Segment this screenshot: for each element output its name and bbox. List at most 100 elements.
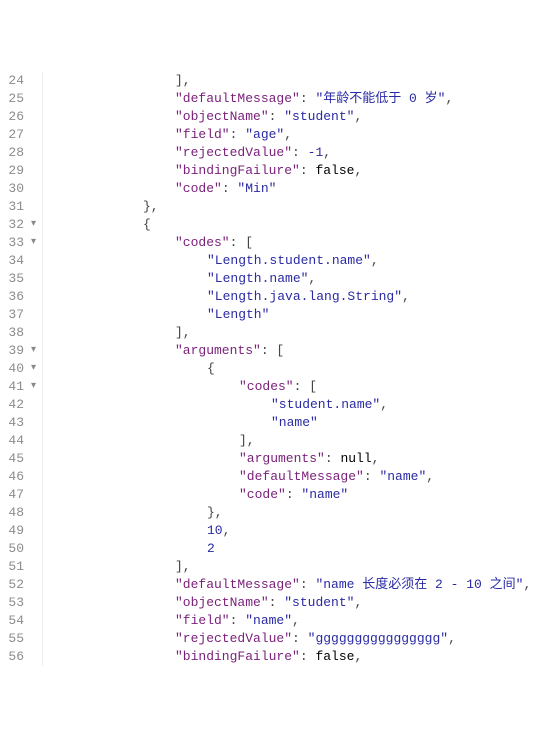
gutter-line: 30 (4, 180, 36, 198)
line-number: 37 (4, 306, 24, 324)
fold-toggle-icon[interactable]: ▾ (26, 360, 36, 378)
token-punc: : (364, 469, 380, 484)
code-line[interactable]: 2 (47, 540, 544, 558)
code-line[interactable]: "field": "age", (47, 126, 544, 144)
code-line[interactable]: "arguments": [ (47, 342, 544, 360)
token-key: "defaultMessage" (175, 577, 300, 592)
token-punc: , (354, 649, 362, 664)
token-punc: : (230, 127, 246, 142)
fold-toggle-icon[interactable]: ▾ (26, 342, 36, 360)
token-str: "age" (245, 127, 284, 142)
code-line[interactable]: "objectName": "student", (47, 594, 544, 612)
code-line[interactable]: "Length.java.lang.String", (47, 288, 544, 306)
code-line[interactable]: "Length" (47, 306, 544, 324)
code-line[interactable]: "rejectedValue": "gggggggggggggggg", (47, 630, 544, 648)
code-line[interactable]: ], (47, 558, 544, 576)
token-punc: : (300, 577, 316, 592)
token-punc: , (380, 397, 388, 412)
token-str: "Length.name" (207, 271, 308, 286)
line-number: 55 (4, 630, 24, 648)
gutter-line: 54 (4, 612, 36, 630)
token-key: "defaultMessage" (175, 91, 300, 106)
token-punc: , (292, 613, 300, 628)
token-str: "name 长度必须在 2 - 10 之间" (315, 577, 523, 592)
line-number: 52 (4, 576, 24, 594)
gutter-line: 24 (4, 72, 36, 90)
line-number: 40 (4, 360, 24, 378)
line-number: 56 (4, 648, 24, 666)
token-key: "rejectedValue" (175, 145, 292, 160)
line-number: 53 (4, 594, 24, 612)
token-str: "student.name" (271, 397, 380, 412)
token-bool: false (315, 163, 354, 178)
line-number: 54 (4, 612, 24, 630)
code-line[interactable]: "defaultMessage": "name", (47, 468, 544, 486)
code-line[interactable]: "bindingFailure": false, (47, 648, 544, 666)
code-line[interactable]: "code": "Min" (47, 180, 544, 198)
code-line[interactable]: "Length.name", (47, 270, 544, 288)
line-number: 28 (4, 144, 24, 162)
gutter-line: 40▾ (4, 360, 36, 378)
line-number: 31 (4, 198, 24, 216)
gutter-line: 49 (4, 522, 36, 540)
code-line[interactable]: "codes": [ (47, 234, 544, 252)
code-line[interactable]: "bindingFailure": false, (47, 162, 544, 180)
code-line[interactable]: "name" (47, 414, 544, 432)
code-line[interactable]: { (47, 216, 544, 234)
code-line[interactable]: "arguments": null, (47, 450, 544, 468)
fold-toggle-icon[interactable]: ▾ (26, 378, 36, 396)
gutter-line: 33▾ (4, 234, 36, 252)
gutter-line: 38 (4, 324, 36, 342)
token-punc: , (445, 91, 453, 106)
token-key: "field" (175, 613, 230, 628)
line-number: 26 (4, 108, 24, 126)
line-number: 35 (4, 270, 24, 288)
fold-toggle-icon[interactable]: ▾ (26, 234, 36, 252)
token-punc: ], (175, 73, 191, 88)
code-editor: 242526272829303132▾33▾343536373839▾40▾41… (0, 72, 544, 666)
code-line[interactable]: "rejectedValue": -1, (47, 144, 544, 162)
code-line[interactable]: "field": "name", (47, 612, 544, 630)
token-punc: }, (143, 199, 159, 214)
token-key: "code" (175, 181, 222, 196)
token-punc: : [ (294, 379, 317, 394)
code-line[interactable]: 10, (47, 522, 544, 540)
line-number: 47 (4, 486, 24, 504)
code-line[interactable]: }, (47, 504, 544, 522)
token-punc: ], (239, 433, 255, 448)
code-line[interactable]: ], (47, 72, 544, 90)
code-line[interactable]: "codes": [ (47, 378, 544, 396)
token-punc: : (269, 109, 285, 124)
token-punc: , (323, 145, 331, 160)
line-number: 36 (4, 288, 24, 306)
gutter-line: 26 (4, 108, 36, 126)
token-punc: , (523, 577, 531, 592)
token-key: "bindingFailure" (175, 649, 300, 664)
line-number: 34 (4, 252, 24, 270)
line-number: 41 (4, 378, 24, 396)
code-line[interactable]: "objectName": "student", (47, 108, 544, 126)
code-line[interactable]: "code": "name" (47, 486, 544, 504)
code-line[interactable]: "defaultMessage": "name 长度必须在 2 - 10 之间"… (47, 576, 544, 594)
code-line[interactable]: "student.name", (47, 396, 544, 414)
code-line[interactable]: ], (47, 324, 544, 342)
code-line[interactable]: { (47, 360, 544, 378)
code-area[interactable]: ],"defaultMessage": "年龄不能低于 0 岁","object… (43, 72, 544, 666)
fold-toggle-icon[interactable]: ▾ (26, 216, 36, 234)
line-number: 49 (4, 522, 24, 540)
line-number: 43 (4, 414, 24, 432)
code-line[interactable]: "defaultMessage": "年龄不能低于 0 岁", (47, 90, 544, 108)
token-punc: : [ (230, 235, 253, 250)
token-bool: false (315, 649, 354, 664)
gutter-line: 35 (4, 270, 36, 288)
line-number: 45 (4, 450, 24, 468)
line-number: 27 (4, 126, 24, 144)
token-punc: : (300, 163, 316, 178)
code-line[interactable]: }, (47, 198, 544, 216)
code-line[interactable]: ], (47, 432, 544, 450)
token-key: "rejectedValue" (175, 631, 292, 646)
gutter-line: 36 (4, 288, 36, 306)
code-line[interactable]: "Length.student.name", (47, 252, 544, 270)
token-punc: ], (175, 325, 191, 340)
line-number: 39 (4, 342, 24, 360)
